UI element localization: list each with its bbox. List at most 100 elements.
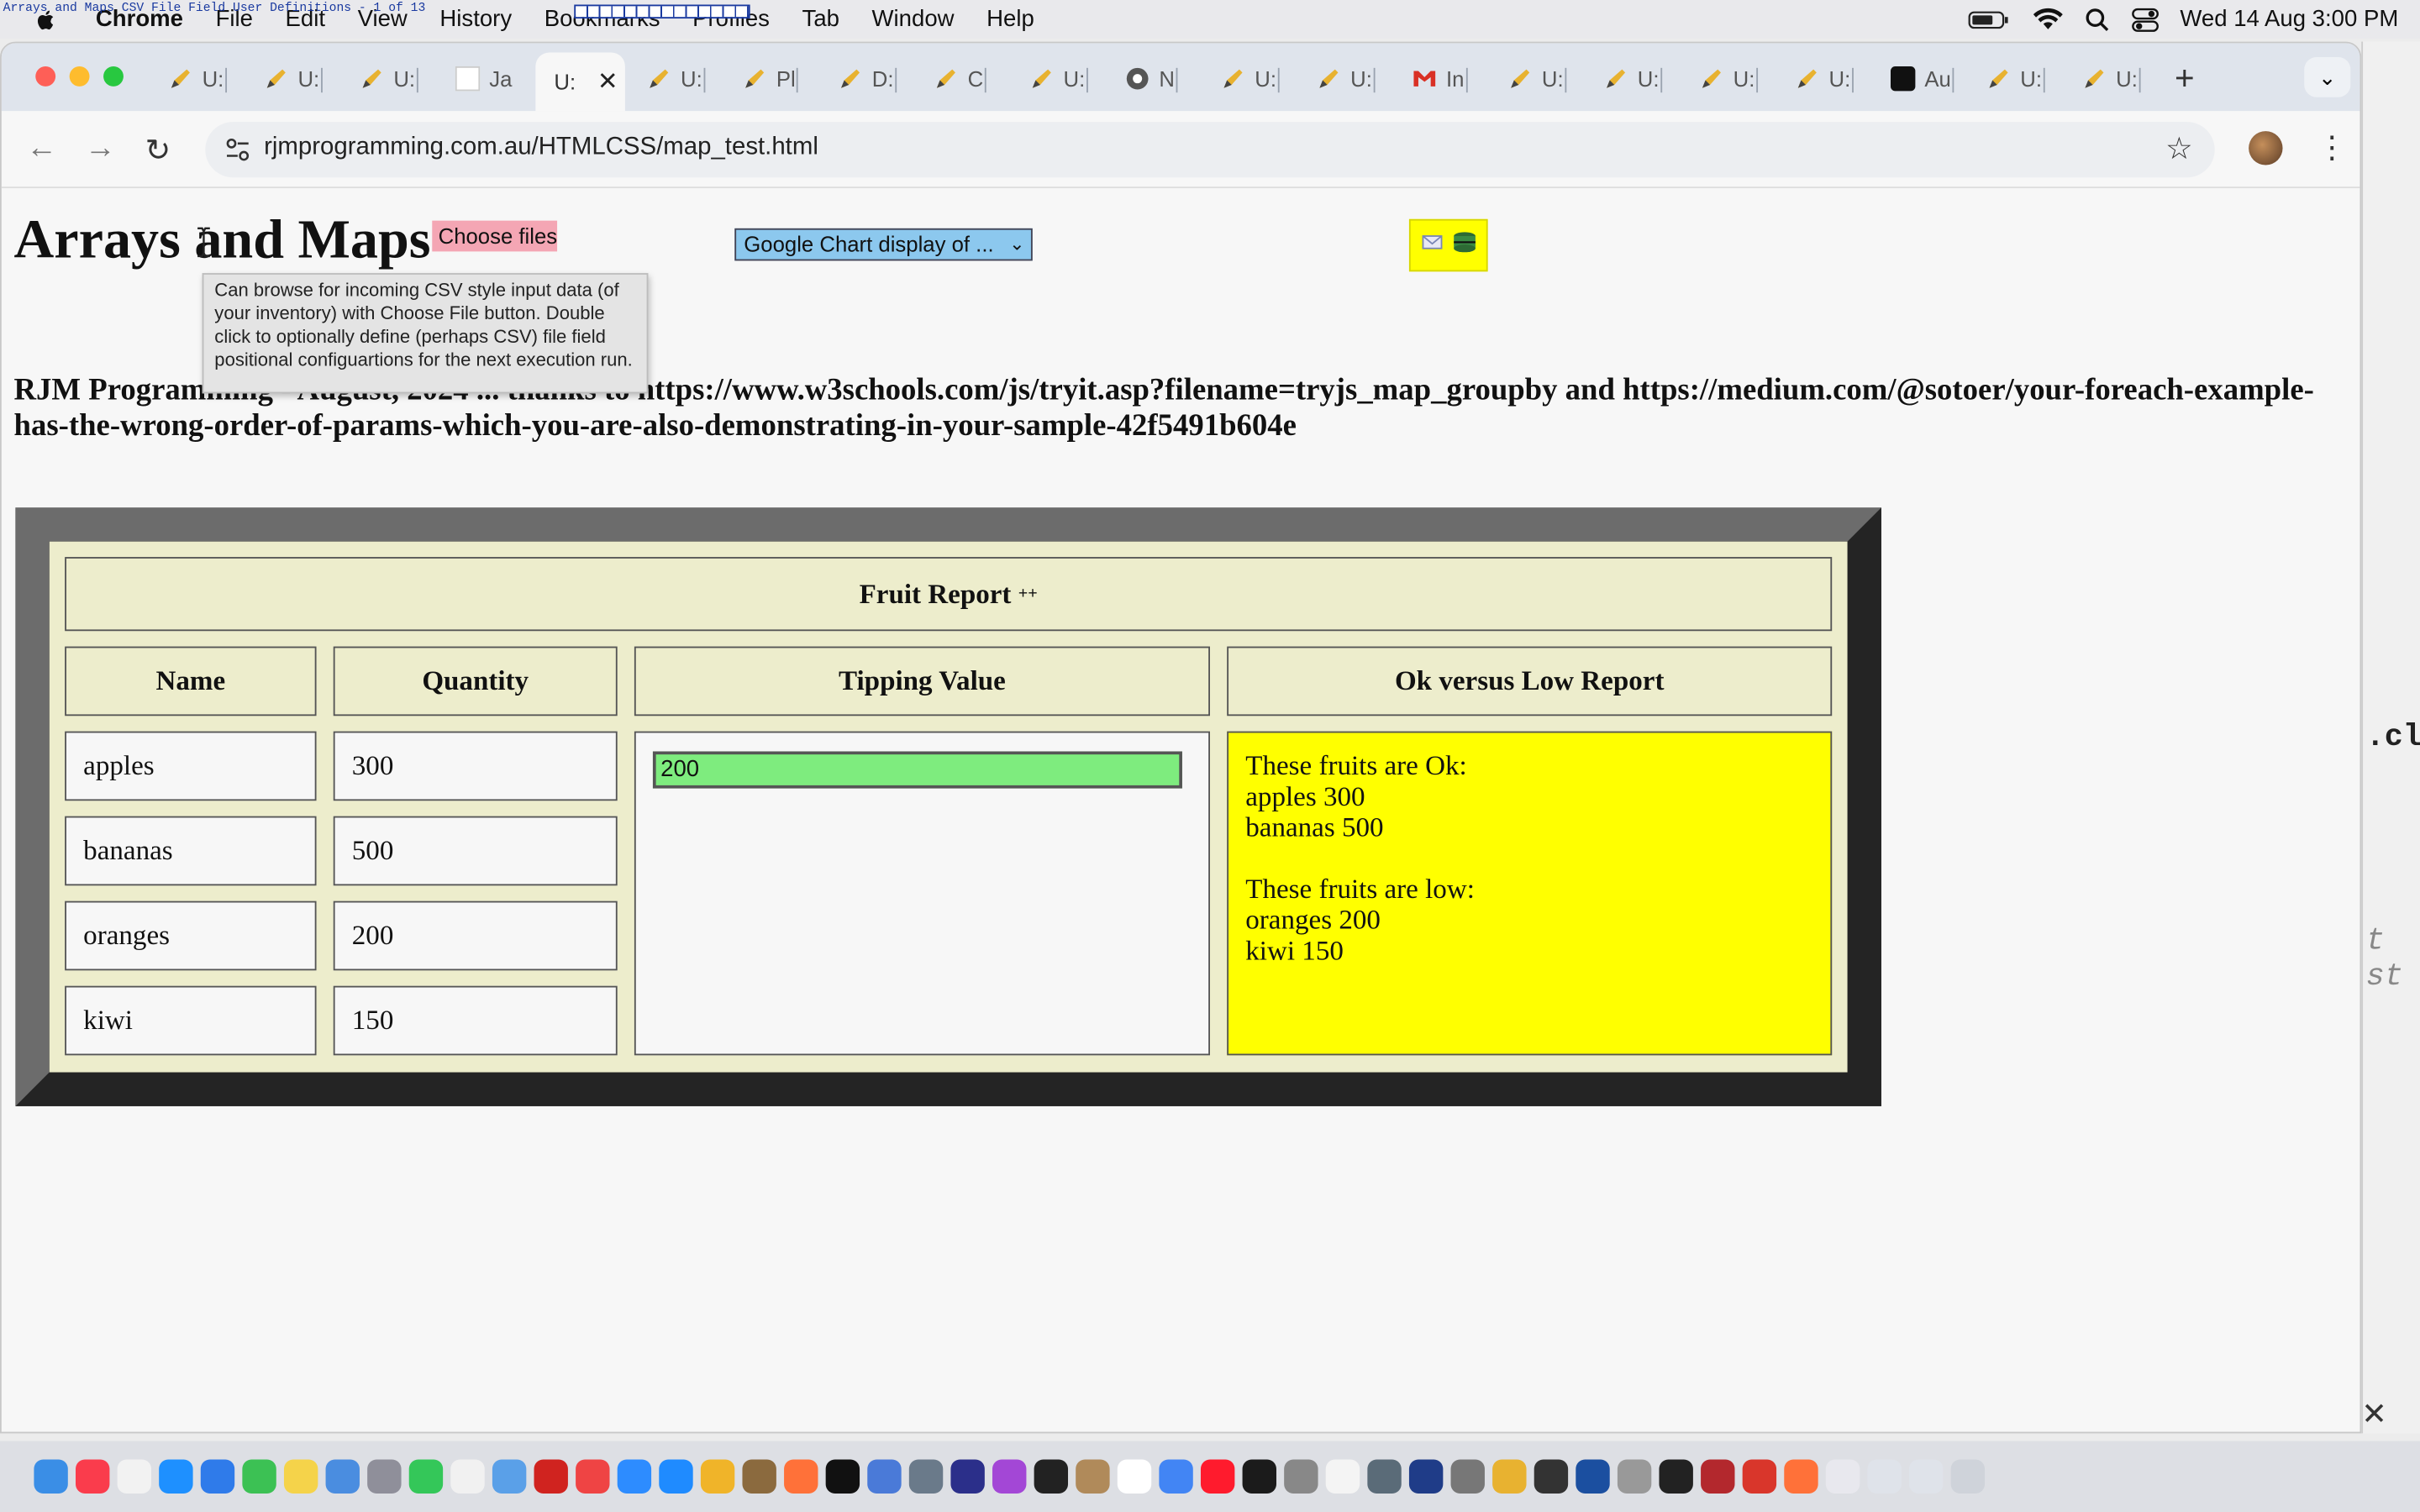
aplus-icon[interactable] [1576,1459,1610,1494]
menubar-datetime[interactable]: Wed 14 Aug 3:00 PM [2180,6,2398,32]
menu-window[interactable]: Window [872,6,955,32]
active-tab[interactable]: U: ✕ [535,52,625,112]
calculator-icon[interactable] [1284,1459,1318,1494]
reload-icon[interactable]: ↻ [145,131,171,170]
tab[interactable]: U: [1029,55,1088,102]
contacts-icon[interactable] [1076,1459,1110,1494]
tab[interactable]: U: [1507,55,1567,102]
tab[interactable]: U: [647,55,706,102]
trash-icon[interactable] [1950,1459,1986,1494]
tab[interactable]: C [934,55,986,102]
new-tab-plus-icon[interactable]: + [2175,59,2195,99]
tab[interactable]: U: [1221,55,1280,102]
more-menu-icon[interactable]: ⋮ [2317,128,2348,166]
apple-tv-icon[interactable] [825,1459,860,1494]
zoom-window-button[interactable] [103,66,124,87]
preview-icon[interactable] [325,1459,360,1494]
menu-history[interactable]: History [439,6,512,32]
dictionary-icon[interactable] [1701,1459,1735,1494]
tab[interactable]: Au [1891,55,1954,102]
choose-files-button[interactable]: Choose files [432,220,558,252]
script-editor-icon[interactable] [1492,1459,1527,1494]
news-icon[interactable] [576,1459,610,1494]
search-icon[interactable] [2085,7,2109,31]
photos-icon[interactable] [700,1459,735,1494]
downloads-stack-icon[interactable] [1825,1459,1860,1494]
chrome-icon[interactable] [1159,1459,1193,1494]
opera-icon[interactable] [1200,1459,1235,1494]
bookmark-star-icon[interactable]: ☆ [2165,129,2193,168]
tab[interactable]: D: [838,55,897,102]
url-text[interactable]: rjmprogramming.com.au/HTMLCSS/map_test.h… [264,134,818,162]
zoom-icon[interactable] [617,1459,652,1494]
document-icon[interactable] [450,1459,485,1494]
inkscape-icon[interactable] [1408,1459,1444,1494]
finder-icon[interactable] [34,1459,68,1494]
battery-icon[interactable] [1967,8,2010,30]
reminders-icon[interactable] [117,1459,152,1494]
quicktime-icon[interactable] [1367,1459,1402,1494]
firefox-icon[interactable] [784,1459,818,1494]
email-icon[interactable] [1421,232,1443,260]
wifi-icon[interactable] [2032,8,2063,31]
close-tab-icon[interactable]: ✕ [597,66,618,97]
minimize-window-button[interactable] [69,66,90,87]
close-window-button[interactable] [35,66,56,87]
inkscape-dark-icon[interactable] [1659,1459,1693,1494]
facetime-icon[interactable] [408,1459,444,1494]
menu-tab[interactable]: Tab [802,6,839,32]
control-center-icon[interactable] [2131,7,2159,32]
maps-icon[interactable] [492,1459,527,1494]
site-settings-icon[interactable] [224,136,251,164]
activity-monitor-icon[interactable] [1534,1459,1569,1494]
tab[interactable]: N [1125,55,1178,102]
system-settings-icon[interactable] [1450,1459,1485,1494]
back-arrow-icon[interactable]: ← [26,131,57,166]
database-icon[interactable] [1451,231,1476,260]
menu-help[interactable]: Help [986,6,1034,32]
app-store-icon[interactable] [659,1459,693,1494]
messages-icon[interactable] [242,1459,276,1494]
profile-avatar[interactable] [2249,131,2283,165]
tab[interactable]: Pl [742,55,799,102]
tab-search-chevron-icon[interactable]: ⌄ [2304,56,2351,97]
window-thumbnail-icon[interactable] [1867,1459,1902,1494]
forward-arrow-icon[interactable]: → [85,131,116,166]
tab[interactable]: U: [1795,55,1854,102]
gimp-icon[interactable] [742,1459,776,1494]
github-icon[interactable] [1617,1459,1652,1494]
mail-icon[interactable] [200,1459,235,1494]
screenshot-icon[interactable] [908,1459,944,1494]
tipping-value-input[interactable]: 200 [652,751,1182,789]
textedit-icon[interactable] [1325,1459,1360,1494]
bbedit-icon[interactable] [950,1459,985,1494]
tab[interactable]: U: [168,55,228,102]
tab[interactable]: U: [264,55,323,102]
console-icon[interactable] [1242,1459,1276,1494]
page-heading: Arrays and Maps [13,207,431,270]
music-icon[interactable] [76,1459,110,1494]
close-icon[interactable]: ✕ [2361,1394,2387,1433]
address-bar[interactable]: rjmprogramming.com.au/HTMLCSS/map_test.h… [205,122,2215,178]
notes-icon[interactable] [283,1459,318,1494]
safari-icon[interactable] [159,1459,193,1494]
tab[interactable]: U: [1986,55,2045,102]
firefox-dev-icon[interactable] [1784,1459,1818,1494]
fruit-report-frame: Fruit Report ++ Name Quantity Tipping Va… [15,507,1881,1106]
chart-display-select[interactable]: Google Chart display of ... ⌄ [734,228,1033,261]
calendar-icon[interactable] [1117,1459,1152,1494]
tab[interactable]: U: [360,55,418,102]
podcasts-icon[interactable] [992,1459,1027,1494]
tab[interactable]: U: [1699,55,1759,102]
tab[interactable]: U: [1317,55,1376,102]
tab[interactable]: U: [1603,55,1663,102]
tab[interactable]: Ja [455,55,512,102]
tab[interactable]: In [1413,55,1468,102]
filezilla-pro-icon[interactable] [1742,1459,1777,1494]
tab[interactable]: U: [2082,55,2141,102]
terminal-icon[interactable] [1034,1459,1069,1494]
xcode-icon[interactable] [867,1459,902,1494]
filezilla-icon[interactable] [534,1459,568,1494]
launchpad-icon[interactable] [367,1459,402,1494]
window-thumbnail-icon[interactable] [1909,1459,1944,1494]
